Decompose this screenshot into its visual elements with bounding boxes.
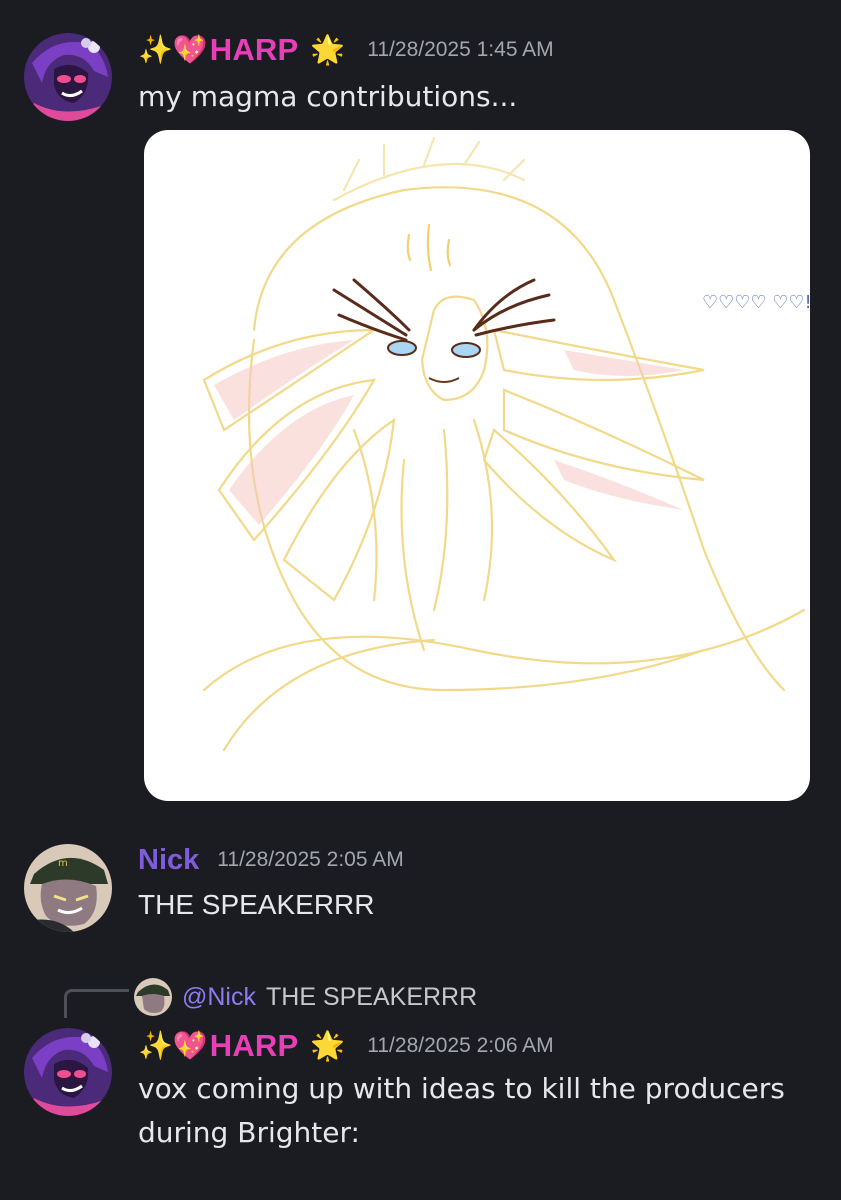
timestamp: 11/28/2025 2:06 AM — [367, 1034, 554, 1057]
message-harp-1: ✨💖 HARP 🌟 11/28/2025 1:45 AM my magma co… — [0, 0, 841, 820]
username[interactable]: HARP — [210, 1028, 299, 1064]
sparkle-heart-emoji: ✨💖 — [138, 1029, 208, 1062]
message-text: THE SPEAKERRR — [138, 889, 375, 920]
reply-preview[interactable]: @Nick THE SPEAKERRR — [134, 978, 477, 1016]
message-header: ✨💖 HARP 🌟 11/28/2025 1:45 AM — [138, 28, 554, 72]
message-nick: m Nick 11/28/2025 2:05 AM THE SPEAKERRR — [0, 830, 841, 960]
sparkle-heart-emoji: ✨💖 — [138, 33, 208, 66]
avatar[interactable] — [24, 33, 112, 121]
message-text-line-1: vox coming up with ideas to kill the pro… — [138, 1072, 785, 1105]
avatar[interactable] — [24, 1028, 112, 1116]
reply-connector — [64, 989, 129, 1018]
reply-text: THE SPEAKERRR — [266, 982, 478, 1011]
message-header: ✨💖 HARP 🌟 11/28/2025 2:06 AM — [138, 1024, 554, 1068]
timestamp: 11/28/2025 1:45 AM — [367, 38, 554, 61]
username[interactable]: Nick — [138, 844, 199, 877]
harp-avatar-art — [24, 1028, 112, 1116]
star-emoji: 🌟 — [310, 1029, 346, 1062]
sketch-drawing: ♡♡♡♡ ♡♡! — [202, 136, 810, 752]
star-emoji: 🌟 — [310, 33, 346, 66]
heart-doodles: ♡♡♡♡ ♡♡! — [702, 292, 810, 313]
image-attachment[interactable]: ♡♡♡♡ ♡♡! — [144, 130, 810, 801]
username[interactable]: HARP — [210, 32, 299, 68]
message-header: Nick 11/28/2025 2:05 AM — [138, 840, 404, 880]
m-logo-icon: m — [58, 858, 68, 869]
reply-mention[interactable]: @Nick — [182, 983, 256, 1012]
nick-avatar-art: m — [24, 844, 112, 932]
message-text-line-2: during Brighter: — [138, 1116, 360, 1149]
message-text: my magma contributions... — [138, 80, 518, 113]
harp-avatar-art — [24, 33, 112, 121]
message-harp-2: ✨💖 HARP 🌟 11/28/2025 2:06 AM vox coming … — [0, 1020, 841, 1200]
reply-avatar — [134, 978, 172, 1016]
reply-avatar-art — [134, 978, 172, 1016]
timestamp: 11/28/2025 2:05 AM — [217, 848, 404, 871]
avatar[interactable]: m — [24, 844, 112, 932]
